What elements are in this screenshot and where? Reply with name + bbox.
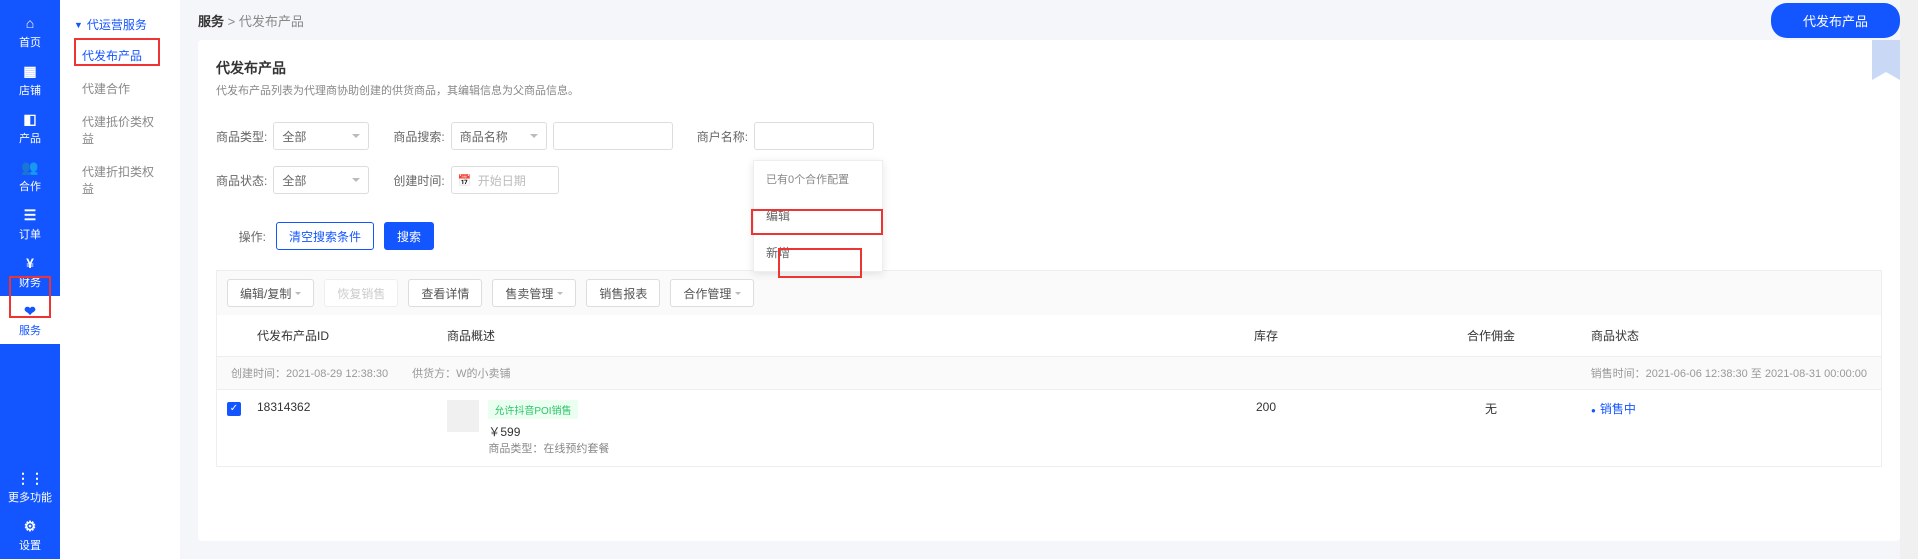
sidebar-item-credit[interactable]: 代建抵价类权益	[60, 105, 180, 155]
popup-header: 已有0个合作配置	[754, 161, 882, 197]
rail-product[interactable]: ◧ 产品	[0, 104, 60, 152]
left-nav-rail: ⌂ 首页 ▦ 店铺 ◧ 产品 👥 合作 ☰ 订单 ¥ 财务 ❤ 服务 ⋮⋮	[0, 0, 60, 559]
rail-service[interactable]: ❤ 服务	[0, 296, 60, 344]
rail-label: 设置	[19, 537, 41, 553]
cooperation-popup: 已有0个合作配置 编辑 新增	[753, 160, 883, 272]
content-card: 代发布产品 代发布产品列表为代理商协助创建的供货商品，其编辑信息为父商品信息。 …	[198, 40, 1900, 541]
rail-label: 订单	[19, 226, 41, 242]
col-status-header: 商品状态	[1591, 327, 1871, 344]
sidebar-item-discount[interactable]: 代建折扣类权益	[60, 155, 180, 205]
sidebar-item-coop[interactable]: 代建合作	[60, 72, 180, 105]
popup-edit-item[interactable]: 编辑	[754, 197, 882, 234]
view-detail-button[interactable]: 查看详情	[408, 279, 482, 307]
rail-label: 服务	[19, 322, 41, 338]
rail-label: 首页	[19, 34, 41, 50]
meta-sale-value: 2021-06-06 12:38:30 至 2021-08-31 00:00:0…	[1646, 368, 1867, 380]
section-title: 代发布产品	[216, 58, 1882, 78]
table-row: ✓ 18314362 允许抖音POI销售 ￥599 商品类型：在线预约套餐 20…	[216, 390, 1882, 467]
rail-order[interactable]: ☰ 订单	[0, 200, 60, 248]
filter-search-input[interactable]	[553, 122, 673, 150]
table-meta-row: 创建时间：2021-08-29 12:38:30 供货方：W的小卖铺 销售时间：…	[216, 357, 1882, 390]
sidebar: ▼ 代运营服务 代发布产品 代建合作 代建抵价类权益 代建折扣类权益	[60, 0, 180, 559]
bookmark-icon	[1872, 40, 1900, 80]
filter-merchant-input[interactable]	[754, 122, 874, 150]
breadcrumb-root: 服务	[198, 14, 224, 29]
poi-tag: 允许抖音POI销售	[488, 400, 577, 419]
cell-id: 18314362	[257, 400, 447, 414]
filter-type-label: 商品类型:	[216, 128, 267, 145]
partner-icon: 👥	[21, 158, 39, 176]
meta-sale-label: 销售时间：	[1591, 368, 1646, 380]
sidebar-section-title[interactable]: ▼ 代运营服务	[60, 10, 180, 39]
rail-label: 产品	[19, 130, 41, 146]
rail-finance[interactable]: ¥ 财务	[0, 248, 60, 296]
popup-new-item[interactable]: 新增	[754, 234, 882, 271]
publish-product-button[interactable]: 代发布产品	[1771, 3, 1900, 38]
filter-date-start[interactable]: 开始日期	[451, 166, 559, 194]
rail-label: 合作	[19, 178, 41, 194]
cooperation-management-button[interactable]: 合作管理	[670, 279, 754, 307]
col-commission-header: 合作佣金	[1391, 327, 1591, 344]
service-icon: ❤	[21, 302, 39, 320]
sale-management-button[interactable]: 售卖管理	[492, 279, 576, 307]
filter-type-select[interactable]: 全部	[273, 122, 369, 150]
filter-merchant-label: 商户名称:	[697, 128, 748, 145]
rail-shop[interactable]: ▦ 店铺	[0, 56, 60, 104]
filter-status-select[interactable]: 全部	[273, 166, 369, 194]
col-id-header: 代发布产品ID	[227, 327, 447, 344]
rail-partner[interactable]: 👥 合作	[0, 152, 60, 200]
product-price: ￥599	[488, 425, 520, 439]
more-icon: ⋮⋮	[21, 469, 39, 487]
breadcrumb: 服务 > 代发布产品 代发布产品	[180, 0, 1918, 40]
status-badge: 销售中	[1591, 402, 1636, 416]
rail-label: 财务	[19, 274, 41, 290]
search-button[interactable]: 搜索	[384, 222, 434, 250]
cell-desc: 允许抖音POI销售 ￥599 商品类型：在线预约套餐	[447, 400, 1141, 456]
sidebar-title-text: 代运营服务	[87, 16, 147, 33]
sidebar-item-publish[interactable]: 代发布产品	[60, 39, 180, 72]
rail-settings[interactable]: ⚙ 设置	[0, 511, 60, 559]
action-bar: 编辑/复制 恢复销售 查看详情 售卖管理 销售报表 合作管理	[216, 270, 1882, 315]
finance-icon: ¥	[21, 254, 39, 272]
cell-stock: 200	[1141, 400, 1391, 414]
settings-icon: ⚙	[21, 517, 39, 535]
meta-supplier-label: 供货方：	[412, 368, 456, 380]
cell-status: 销售中	[1591, 400, 1871, 417]
rail-more[interactable]: ⋮⋮ 更多功能	[0, 463, 60, 511]
product-thumbnail	[447, 400, 479, 432]
chevron-down-icon: ▼	[74, 20, 83, 30]
meta-create-label: 创建时间：	[231, 368, 286, 380]
col-desc-header: 商品概述	[447, 327, 1141, 344]
cell-commission: 无	[1391, 400, 1591, 417]
product-type-label: 商品类型：	[488, 443, 543, 455]
col-stock-header: 库存	[1141, 327, 1391, 344]
restore-sale-button: 恢复销售	[324, 279, 398, 307]
section-subtitle: 代发布产品列表为代理商协助创建的供货商品，其编辑信息为父商品信息。	[216, 82, 1882, 98]
filter-search-by-select[interactable]: 商品名称	[451, 122, 547, 150]
product-icon: ◧	[21, 110, 39, 128]
clear-filters-button[interactable]: 清空搜索条件	[276, 222, 374, 250]
shop-icon: ▦	[21, 62, 39, 80]
sales-report-button[interactable]: 销售报表	[586, 279, 660, 307]
meta-supplier-value: W的小卖铺	[456, 368, 510, 380]
rail-home[interactable]: ⌂ 首页	[0, 8, 60, 56]
meta-create-value: 2021-08-29 12:38:30	[286, 368, 388, 380]
breadcrumb-current: 代发布产品	[239, 14, 304, 29]
row-checkbox[interactable]: ✓	[227, 402, 241, 416]
breadcrumb-sep: >	[228, 14, 236, 29]
rail-label: 店铺	[19, 82, 41, 98]
filter-search-label: 商品搜索:	[393, 128, 444, 145]
rail-label: 更多功能	[8, 489, 52, 505]
filter-create-label: 创建时间:	[393, 172, 444, 189]
filter-op-label: 操作:	[216, 228, 266, 245]
order-icon: ☰	[21, 206, 39, 224]
edit-copy-button[interactable]: 编辑/复制	[227, 279, 314, 307]
table-header: 代发布产品ID 商品概述 库存 合作佣金 商品状态	[216, 315, 1882, 357]
home-icon: ⌂	[21, 14, 39, 32]
filter-status-label: 商品状态:	[216, 172, 267, 189]
product-type-value: 在线预约套餐	[543, 443, 609, 455]
